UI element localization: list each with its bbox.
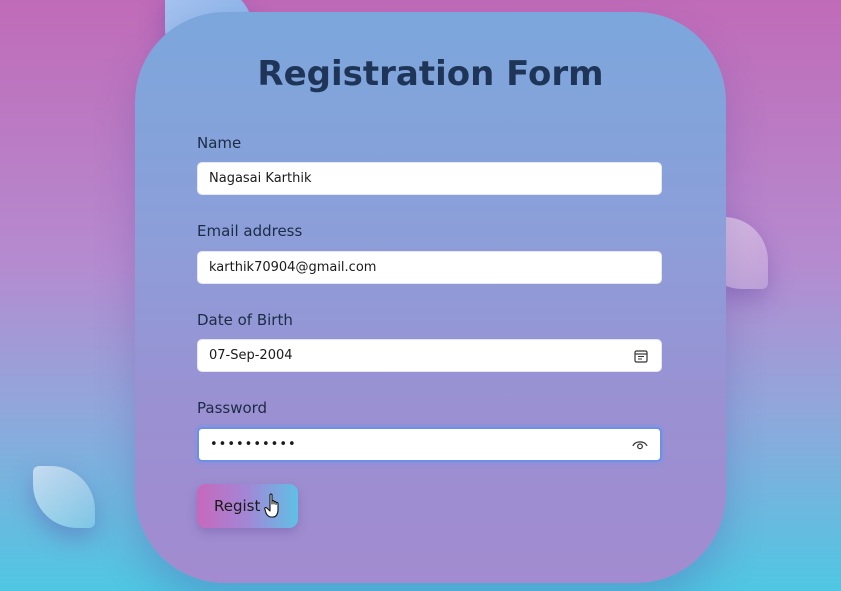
dob-label: Date of Birth	[197, 311, 293, 329]
form-title: Registration Form	[257, 54, 604, 94]
register-button-label: Regist	[214, 497, 261, 515]
registration-card: Registration Form Name Nagasai Karthik E…	[135, 12, 726, 583]
password-input[interactable]: ••••••••••	[197, 427, 662, 462]
dob-input[interactable]: 07-Sep-2004	[197, 339, 662, 372]
hand-cursor-icon	[264, 493, 284, 519]
name-label: Name	[197, 134, 242, 152]
decorative-glass-shape	[33, 466, 95, 528]
name-input[interactable]: Nagasai Karthik	[197, 162, 662, 195]
password-value: ••••••••••	[210, 437, 297, 452]
email-input[interactable]: karthik70904@gmail.com	[197, 251, 662, 284]
email-label: Email address	[197, 222, 303, 240]
eye-icon[interactable]	[632, 437, 648, 453]
dob-value: 07-Sep-2004	[209, 348, 293, 363]
calendar-icon[interactable]	[633, 348, 649, 364]
name-value: Nagasai Karthik	[209, 171, 312, 186]
password-label: Password	[197, 399, 268, 417]
email-value: karthik70904@gmail.com	[209, 260, 377, 275]
